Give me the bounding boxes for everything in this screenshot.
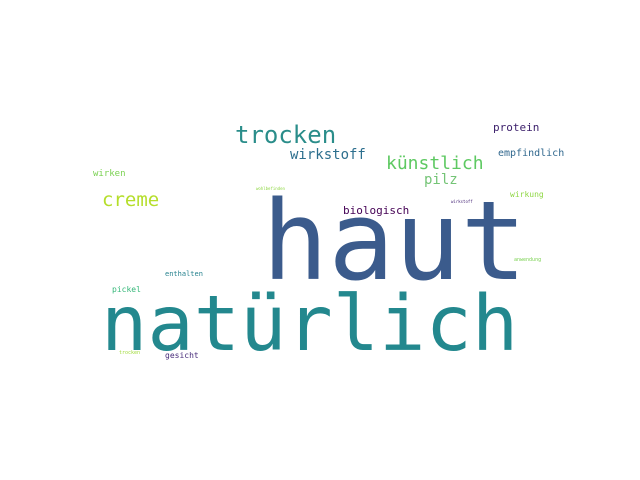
word-creme: creme xyxy=(102,189,160,211)
word-kuenstlich: künstlich xyxy=(386,153,484,174)
word-trocken: trocken xyxy=(235,121,337,149)
word-empfindlich: empfindlich xyxy=(498,148,565,159)
word-wirken: wirken xyxy=(93,169,126,179)
word-cloud: haut natürlich trocken creme künstlich w… xyxy=(0,0,640,480)
word-anwendung: anwendung xyxy=(514,257,542,263)
word-pickel: pickel xyxy=(112,285,141,294)
word-trocken-small: trocken xyxy=(119,350,141,356)
word-gesicht: gesicht xyxy=(165,351,199,360)
word-wirkung: wirkung xyxy=(510,190,544,199)
word-wohlbefinden: wohlbefinden xyxy=(256,186,285,191)
word-natuerlich: natürlich xyxy=(101,280,519,369)
word-wirkstoff: wirkstoff xyxy=(290,147,366,163)
word-biologisch: biologisch xyxy=(343,204,410,217)
word-enthalten: enthalten xyxy=(165,270,203,278)
word-protein: protein xyxy=(493,121,540,134)
word-pilz: pilz xyxy=(424,172,458,188)
word-wirkstoff-small: wirkstoff xyxy=(451,199,473,204)
